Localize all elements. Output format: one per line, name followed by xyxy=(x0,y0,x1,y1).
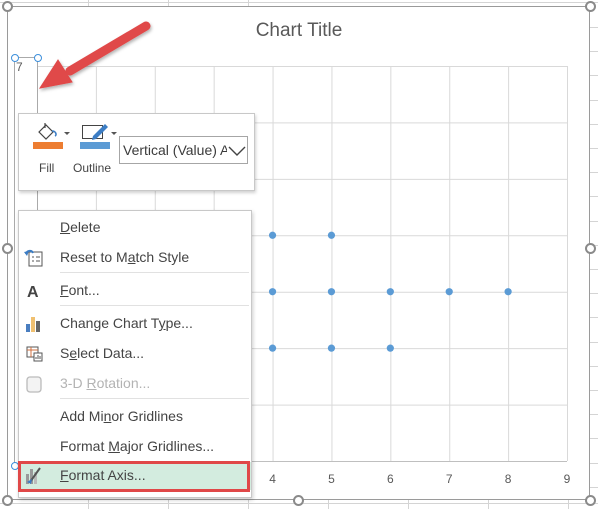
menu-item-change-chart-type[interactable]: Change Chart Type... xyxy=(19,310,251,338)
reset-style-icon xyxy=(24,248,44,268)
menu-item-3-d-rotation: 3-D Rotation... xyxy=(19,370,251,398)
menu-item-label: Add Minor Gridlines xyxy=(60,408,183,424)
menu-item-label: Change Chart Type... xyxy=(60,315,193,331)
paint-bucket-icon xyxy=(38,123,57,140)
menu-item-select-data[interactable]: Select Data... xyxy=(19,340,251,368)
menu-item-delete[interactable]: Delete xyxy=(19,214,251,242)
menu-item-format-major-gridlines[interactable]: Format Major Gridlines... xyxy=(19,433,251,461)
fill-button[interactable]: Fill xyxy=(29,120,75,182)
menu-item-label: Reset to Match Style xyxy=(60,249,190,265)
menu-separator xyxy=(60,305,249,306)
chevron-down-icon[interactable] xyxy=(227,145,247,157)
menu-item-label: Select Data... xyxy=(60,345,145,361)
menu-item-add-minor-gridlines[interactable]: Add Minor Gridlines xyxy=(19,403,251,431)
change-chart-type-icon xyxy=(24,314,44,334)
context-menu: Delete Reset to Match Style A Font... Change… xyxy=(18,210,252,498)
menu-item-label: Format Major Gridlines... xyxy=(60,438,215,454)
outline-color-swatch xyxy=(80,142,110,149)
menu-item-reset-to-match-style[interactable]: Reset to Match Style xyxy=(19,244,251,272)
menu-item-label: 3-D Rotation... xyxy=(60,375,151,391)
outline-label: Outline xyxy=(73,161,112,175)
select-data-icon xyxy=(24,344,44,364)
menu-item-label: Delete xyxy=(60,219,101,235)
outline-pen-icon xyxy=(82,124,108,140)
menu-item-font[interactable]: A Font... xyxy=(19,277,251,305)
menu-separator xyxy=(60,398,249,399)
svg-text:A: A xyxy=(27,284,39,301)
outline-dropdown-caret[interactable] xyxy=(111,132,117,135)
fill-dropdown-caret[interactable] xyxy=(64,132,70,135)
fill-label: Fill xyxy=(39,161,55,175)
fill-color-swatch xyxy=(33,142,63,149)
font-icon: A xyxy=(24,281,44,301)
3d-rotation-icon xyxy=(24,374,44,394)
menu-item-label: Font... xyxy=(60,282,100,298)
menu-separator xyxy=(60,272,249,273)
highlight-callout-box xyxy=(18,461,250,492)
